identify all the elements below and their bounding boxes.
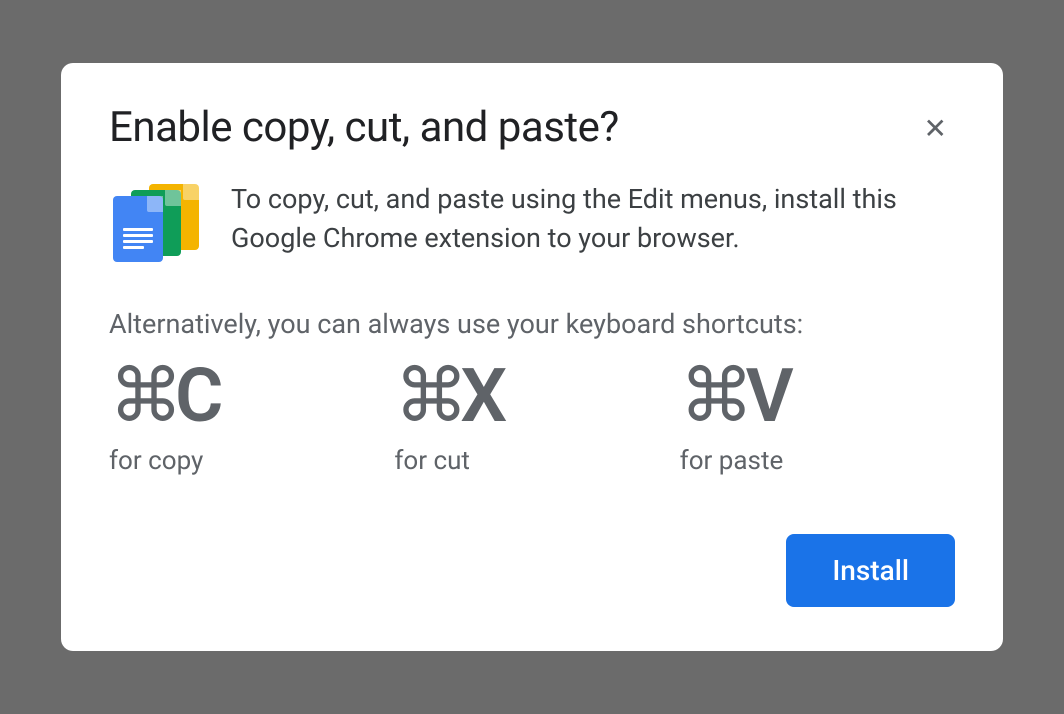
enable-clipboard-dialog: Enable copy, cut, and paste? ✕ To copy, … <box>61 63 1003 651</box>
shortcuts-row: ⌘C for copy ⌘X for cut ⌘V for paste <box>109 360 955 476</box>
shortcut-paste: ⌘V for paste <box>680 360 955 476</box>
install-button[interactable]: Install <box>786 534 955 607</box>
close-button[interactable]: ✕ <box>916 107 955 151</box>
command-icon: ⌘ <box>680 353 752 440</box>
intro-text: To copy, cut, and paste using the Edit m… <box>231 180 955 258</box>
shortcut-paste-keys: ⌘V <box>680 360 955 434</box>
dialog-footer: Install <box>109 534 955 607</box>
shortcut-copy-label: for copy <box>109 446 384 476</box>
shortcut-copy: ⌘C for copy <box>109 360 384 476</box>
intro-row: To copy, cut, and paste using the Edit m… <box>109 180 955 264</box>
shortcut-cut: ⌘X for cut <box>394 360 669 476</box>
google-editors-icon <box>109 184 199 264</box>
shortcut-cut-key: X <box>460 353 505 440</box>
shortcut-paste-label: for paste <box>680 446 955 476</box>
dialog-header: Enable copy, cut, and paste? ✕ <box>109 103 955 152</box>
alternative-text: Alternatively, you can always use your k… <box>109 308 955 340</box>
docs-file-icon <box>113 196 163 262</box>
shortcut-cut-label: for cut <box>394 446 669 476</box>
shortcut-copy-keys: ⌘C <box>109 360 384 434</box>
shortcut-copy-key: C <box>175 353 221 440</box>
shortcut-paste-key: V <box>746 353 792 440</box>
close-icon: ✕ <box>924 113 947 144</box>
command-icon: ⌘ <box>394 353 466 440</box>
shortcut-cut-keys: ⌘X <box>394 360 669 434</box>
dialog-title: Enable copy, cut, and paste? <box>109 103 619 152</box>
command-icon: ⌘ <box>109 353 181 440</box>
